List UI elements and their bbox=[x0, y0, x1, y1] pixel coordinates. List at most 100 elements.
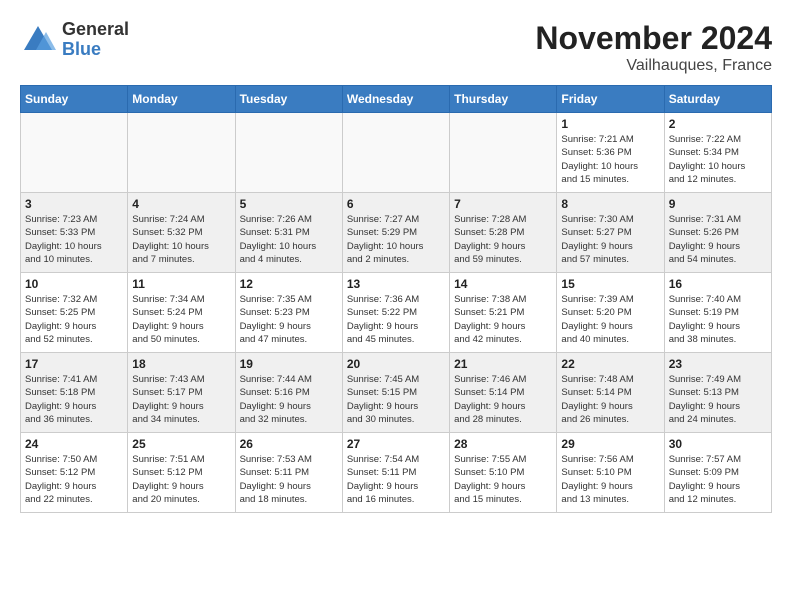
column-header-sunday: Sunday bbox=[21, 86, 128, 113]
day-info: Sunrise: 7:57 AM Sunset: 5:09 PM Dayligh… bbox=[669, 453, 767, 506]
logo: General Blue bbox=[20, 20, 129, 60]
title-block: November 2024 Vailhauques, France bbox=[535, 20, 772, 75]
day-number: 2 bbox=[669, 117, 767, 131]
day-number: 9 bbox=[669, 197, 767, 211]
day-cell: 23 Sunrise: 7:49 AM Sunset: 5:13 PM Dayli… bbox=[664, 353, 771, 433]
day-info: Sunrise: 7:32 AM Sunset: 5:25 PM Dayligh… bbox=[25, 293, 123, 346]
day-cell: 27 Sunrise: 7:54 AM Sunset: 5:11 PM Dayli… bbox=[342, 433, 449, 513]
day-number: 8 bbox=[561, 197, 659, 211]
day-info: Sunrise: 7:41 AM Sunset: 5:18 PM Dayligh… bbox=[25, 373, 123, 426]
logo-general-text: General bbox=[62, 20, 129, 40]
day-info: Sunrise: 7:43 AM Sunset: 5:17 PM Dayligh… bbox=[132, 373, 230, 426]
day-number: 22 bbox=[561, 357, 659, 371]
day-cell: 29 Sunrise: 7:56 AM Sunset: 5:10 PM Dayli… bbox=[557, 433, 664, 513]
calendar-header-row: SundayMondayTuesdayWednesdayThursdayFrid… bbox=[21, 86, 772, 113]
day-number: 21 bbox=[454, 357, 552, 371]
day-info: Sunrise: 7:54 AM Sunset: 5:11 PM Dayligh… bbox=[347, 453, 445, 506]
day-cell: 21Sunrise: 7:46 AM Sunset: 5:14 PM Dayli… bbox=[450, 353, 557, 433]
day-number: 17 bbox=[25, 357, 123, 371]
column-header-tuesday: Tuesday bbox=[235, 86, 342, 113]
day-info: Sunrise: 7:27 AM Sunset: 5:29 PM Dayligh… bbox=[347, 213, 445, 266]
day-info: Sunrise: 7:48 AM Sunset: 5:14 PM Dayligh… bbox=[561, 373, 659, 426]
day-cell: 20Sunrise: 7:45 AM Sunset: 5:15 PM Dayli… bbox=[342, 353, 449, 433]
day-info: Sunrise: 7:35 AM Sunset: 5:23 PM Dayligh… bbox=[240, 293, 338, 346]
day-cell: 28Sunrise: 7:55 AM Sunset: 5:10 PM Dayli… bbox=[450, 433, 557, 513]
week-row-1: 1Sunrise: 7:21 AM Sunset: 5:36 PM Daylig… bbox=[21, 113, 772, 193]
day-info: Sunrise: 7:53 AM Sunset: 5:11 PM Dayligh… bbox=[240, 453, 338, 506]
day-cell bbox=[235, 113, 342, 193]
day-info: Sunrise: 7:51 AM Sunset: 5:12 PM Dayligh… bbox=[132, 453, 230, 506]
day-info: Sunrise: 7:50 AM Sunset: 5:12 PM Dayligh… bbox=[25, 453, 123, 506]
day-cell bbox=[21, 113, 128, 193]
day-number: 1 bbox=[561, 117, 659, 131]
day-cell: 30Sunrise: 7:57 AM Sunset: 5:09 PM Dayli… bbox=[664, 433, 771, 513]
day-cell: 25 Sunrise: 7:51 AM Sunset: 5:12 PM Dayli… bbox=[128, 433, 235, 513]
day-cell: 13Sunrise: 7:36 AM Sunset: 5:22 PM Dayli… bbox=[342, 273, 449, 353]
day-number: 13 bbox=[347, 277, 445, 291]
day-number: 10 bbox=[25, 277, 123, 291]
day-number: 20 bbox=[347, 357, 445, 371]
day-number: 14 bbox=[454, 277, 552, 291]
day-number: 3 bbox=[25, 197, 123, 211]
day-info: Sunrise: 7:40 AM Sunset: 5:19 PM Dayligh… bbox=[669, 293, 767, 346]
day-cell bbox=[450, 113, 557, 193]
day-cell: 2 Sunrise: 7:22 AM Sunset: 5:34 PM Daylig… bbox=[664, 113, 771, 193]
day-cell: 1Sunrise: 7:21 AM Sunset: 5:36 PM Daylig… bbox=[557, 113, 664, 193]
day-number: 29 bbox=[561, 437, 659, 451]
day-cell: 16 Sunrise: 7:40 AM Sunset: 5:19 PM Dayli… bbox=[664, 273, 771, 353]
day-cell: 5 Sunrise: 7:26 AM Sunset: 5:31 PM Daylig… bbox=[235, 193, 342, 273]
column-header-monday: Monday bbox=[128, 86, 235, 113]
day-info: Sunrise: 7:31 AM Sunset: 5:26 PM Dayligh… bbox=[669, 213, 767, 266]
day-info: Sunrise: 7:28 AM Sunset: 5:28 PM Dayligh… bbox=[454, 213, 552, 266]
column-header-saturday: Saturday bbox=[664, 86, 771, 113]
day-cell: 22 Sunrise: 7:48 AM Sunset: 5:14 PM Dayli… bbox=[557, 353, 664, 433]
month-title: November 2024 bbox=[535, 20, 772, 57]
day-number: 16 bbox=[669, 277, 767, 291]
day-cell bbox=[128, 113, 235, 193]
column-header-friday: Friday bbox=[557, 86, 664, 113]
day-cell: 6Sunrise: 7:27 AM Sunset: 5:29 PM Daylig… bbox=[342, 193, 449, 273]
week-row-3: 10 Sunrise: 7:32 AM Sunset: 5:25 PM Dayli… bbox=[21, 273, 772, 353]
day-cell: 18 Sunrise: 7:43 AM Sunset: 5:17 PM Dayli… bbox=[128, 353, 235, 433]
day-info: Sunrise: 7:22 AM Sunset: 5:34 PM Dayligh… bbox=[669, 133, 767, 186]
day-number: 7 bbox=[454, 197, 552, 211]
day-number: 28 bbox=[454, 437, 552, 451]
day-cell: 4Sunrise: 7:24 AM Sunset: 5:32 PM Daylig… bbox=[128, 193, 235, 273]
week-row-2: 3 Sunrise: 7:23 AM Sunset: 5:33 PM Daylig… bbox=[21, 193, 772, 273]
day-number: 19 bbox=[240, 357, 338, 371]
day-info: Sunrise: 7:56 AM Sunset: 5:10 PM Dayligh… bbox=[561, 453, 659, 506]
column-header-wednesday: Wednesday bbox=[342, 86, 449, 113]
day-cell: 26 Sunrise: 7:53 AM Sunset: 5:11 PM Dayli… bbox=[235, 433, 342, 513]
logo-blue-text: Blue bbox=[62, 40, 129, 60]
day-info: Sunrise: 7:44 AM Sunset: 5:16 PM Dayligh… bbox=[240, 373, 338, 426]
column-header-thursday: Thursday bbox=[450, 86, 557, 113]
day-info: Sunrise: 7:39 AM Sunset: 5:20 PM Dayligh… bbox=[561, 293, 659, 346]
day-info: Sunrise: 7:23 AM Sunset: 5:33 PM Dayligh… bbox=[25, 213, 123, 266]
day-cell: 14 Sunrise: 7:38 AM Sunset: 5:21 PM Dayli… bbox=[450, 273, 557, 353]
day-cell: 19 Sunrise: 7:44 AM Sunset: 5:16 PM Dayli… bbox=[235, 353, 342, 433]
day-number: 26 bbox=[240, 437, 338, 451]
day-info: Sunrise: 7:49 AM Sunset: 5:13 PM Dayligh… bbox=[669, 373, 767, 426]
week-row-4: 17 Sunrise: 7:41 AM Sunset: 5:18 PM Dayli… bbox=[21, 353, 772, 433]
day-info: Sunrise: 7:34 AM Sunset: 5:24 PM Dayligh… bbox=[132, 293, 230, 346]
day-info: Sunrise: 7:38 AM Sunset: 5:21 PM Dayligh… bbox=[454, 293, 552, 346]
day-cell: 7 Sunrise: 7:28 AM Sunset: 5:28 PM Daylig… bbox=[450, 193, 557, 273]
day-cell: 12Sunrise: 7:35 AM Sunset: 5:23 PM Dayli… bbox=[235, 273, 342, 353]
logo-text: General Blue bbox=[62, 20, 129, 60]
day-info: Sunrise: 7:30 AM Sunset: 5:27 PM Dayligh… bbox=[561, 213, 659, 266]
day-cell bbox=[342, 113, 449, 193]
day-number: 25 bbox=[132, 437, 230, 451]
day-info: Sunrise: 7:24 AM Sunset: 5:32 PM Dayligh… bbox=[132, 213, 230, 266]
day-cell: 10 Sunrise: 7:32 AM Sunset: 5:25 PM Dayli… bbox=[21, 273, 128, 353]
day-info: Sunrise: 7:26 AM Sunset: 5:31 PM Dayligh… bbox=[240, 213, 338, 266]
day-number: 18 bbox=[132, 357, 230, 371]
calendar-table: SundayMondayTuesdayWednesdayThursdayFrid… bbox=[20, 85, 772, 513]
day-cell: 8 Sunrise: 7:30 AM Sunset: 5:27 PM Daylig… bbox=[557, 193, 664, 273]
day-cell: 17 Sunrise: 7:41 AM Sunset: 5:18 PM Dayli… bbox=[21, 353, 128, 433]
location-title: Vailhauques, France bbox=[535, 57, 772, 75]
day-number: 5 bbox=[240, 197, 338, 211]
day-number: 24 bbox=[25, 437, 123, 451]
day-number: 23 bbox=[669, 357, 767, 371]
day-number: 11 bbox=[132, 277, 230, 291]
day-number: 27 bbox=[347, 437, 445, 451]
